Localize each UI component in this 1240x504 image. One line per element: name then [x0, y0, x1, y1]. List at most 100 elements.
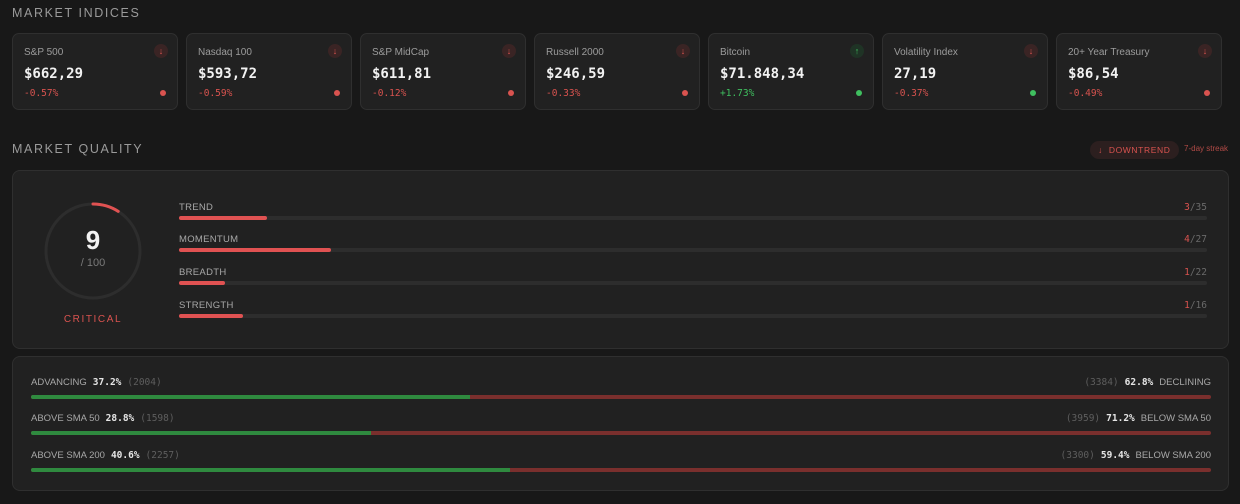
downtrend-label: DOWNTREND [1108, 145, 1171, 155]
breadth-left-pct: 28.8% [105, 413, 135, 424]
breadth-right-pct: 59.4% [1100, 450, 1130, 461]
breadth-right-label: BELOW SMA 200 [1135, 450, 1211, 461]
arrow-down-icon: ↓ [1024, 44, 1038, 58]
downtrend-badge: ↓ DOWNTREND [1090, 141, 1180, 159]
breadth-bar [31, 431, 1211, 435]
breadth-panel: ADVANCING 37.2% (2004) (3384) 62.8% DECLININ… [12, 356, 1229, 491]
breadth-left-pct: 40.6% [110, 450, 140, 461]
index-change: -0.33% [546, 88, 581, 99]
arrow-down-icon: ↓ [328, 44, 342, 58]
index-change: -0.49% [1068, 88, 1103, 99]
index-change: +1.73% [720, 88, 755, 99]
metric-fill [179, 248, 332, 252]
index-value: $86,54 [1068, 66, 1119, 82]
index-name: Volatility Index [894, 47, 958, 58]
quality-score: 9 [85, 225, 101, 255]
metric-name: STRENGTH [179, 300, 234, 311]
index-value: $611,81 [372, 66, 432, 82]
index-change: -0.59% [198, 88, 233, 99]
metric-strength: STRENGTH 1/16 [179, 300, 1207, 322]
index-value: $71.848,34 [720, 66, 805, 82]
metric-fill [179, 281, 226, 285]
index-value: $246,59 [546, 66, 606, 82]
breadth-right-count: (3384) [1084, 377, 1119, 388]
index-name: S&P MidCap [372, 47, 430, 58]
metric-score: 1/22 [1184, 267, 1207, 278]
breadth-bar-positive [31, 431, 371, 435]
quality-panel: 9 / 100 CRITICAL TREND 3/35 MOMENTUM 4/2… [12, 170, 1229, 349]
breadth-row-above-sma-200: ABOVE SMA 200 40.6% (2257) (3300) 59.4% BELO… [31, 450, 1211, 474]
metric-score: 1/16 [1184, 300, 1207, 311]
index-card-s-p-midcap[interactable]: S&P MidCap ↓ $611,81 -0.12% [360, 33, 526, 110]
index-name: S&P 500 [24, 47, 64, 58]
index-value: $593,72 [198, 66, 258, 82]
breadth-right-label: BELOW SMA 50 [1140, 413, 1211, 424]
breadth-right-pct: 62.8% [1124, 377, 1154, 388]
breadth-right-pct: 71.2% [1106, 413, 1135, 424]
index-card-russell-2000[interactable]: Russell 2000 ↓ $246,59 -0.33% [534, 33, 700, 110]
breadth-bar [31, 395, 1211, 399]
index-name: 20+ Year Treasury [1068, 47, 1150, 58]
breadth-left-count: (1598) [140, 413, 175, 424]
metric-track [179, 248, 1207, 252]
metric-name: MOMENTUM [179, 234, 239, 245]
breadth-right-label: DECLINING [1159, 377, 1211, 388]
quality-status: CRITICAL [63, 314, 123, 325]
metric-score: 3/35 [1184, 202, 1207, 213]
index-change: -0.57% [24, 88, 59, 99]
index-name: Russell 2000 [546, 47, 604, 58]
status-dot [1030, 90, 1036, 96]
breadth-row-advancing: ADVANCING 37.2% (2004) (3384) 62.8% DECLININ… [31, 377, 1211, 401]
metric-momentum: MOMENTUM 4/27 [179, 234, 1207, 256]
index-card-20-year-treasury[interactable]: 20+ Year Treasury ↓ $86,54 -0.49% [1056, 33, 1222, 110]
arrow-down-icon: ↓ [502, 44, 516, 58]
index-name: Bitcoin [720, 47, 751, 58]
index-value: $662,29 [24, 66, 84, 82]
arrow-down-icon: ↓ [676, 44, 690, 58]
breadth-right-count: (3300) [1060, 450, 1095, 461]
status-dot [508, 90, 514, 96]
breadth-bar-positive [31, 468, 511, 472]
arrow-down-icon: ↓ [1098, 145, 1103, 155]
status-dot [334, 90, 340, 96]
breadth-left-label: ADVANCING [31, 377, 87, 388]
status-dot [160, 90, 166, 96]
breadth-bar [31, 468, 1211, 472]
metric-fill [179, 216, 268, 220]
quality-max: / 100 [80, 257, 106, 269]
metric-score-max: /27 [1189, 234, 1207, 245]
streak-label: 7-day streak [1184, 144, 1229, 153]
index-card-bitcoin[interactable]: Bitcoin ↑ $71.848,34 +1.73% [708, 33, 874, 110]
metric-track [179, 216, 1207, 220]
index-cards: S&P 500 ↓ $662,29 -0.57% Nasdaq 100 ↓ $5… [12, 33, 1222, 110]
index-value: 27,19 [894, 66, 937, 82]
metric-trend: TREND 3/35 [179, 202, 1207, 224]
arrow-down-icon: ↓ [1198, 44, 1212, 58]
index-change: -0.12% [372, 88, 407, 99]
metric-track [179, 314, 1207, 318]
status-dot [1204, 90, 1210, 96]
breadth-left-label: ABOVE SMA 200 [31, 450, 105, 461]
index-card-nasdaq-100[interactable]: Nasdaq 100 ↓ $593,72 -0.59% [186, 33, 352, 110]
arrow-up-icon: ↑ [850, 44, 864, 58]
breadth-bar-positive [31, 395, 470, 399]
metric-fill [179, 314, 244, 318]
breadth-left-pct: 37.2% [92, 377, 122, 388]
breadth-left-count: (2257) [145, 450, 180, 461]
metric-breadth: BREADTH 1/22 [179, 267, 1207, 289]
breadth-row-above-sma-50: ABOVE SMA 50 28.8% (1598) (3959) 71.2% BELOW… [31, 413, 1211, 437]
status-dot [856, 90, 862, 96]
status-dot [682, 90, 688, 96]
arrow-down-icon: ↓ [154, 44, 168, 58]
metric-name: TREND [179, 202, 214, 213]
metric-score-max: /16 [1189, 300, 1207, 311]
index-card-s-p-500[interactable]: S&P 500 ↓ $662,29 -0.57% [12, 33, 178, 110]
breadth-right-count: (3959) [1065, 413, 1101, 424]
metric-track [179, 281, 1207, 285]
breadth-left-count: (2004) [127, 377, 162, 388]
breadth-left-label: ABOVE SMA 50 [31, 413, 100, 424]
market-indices-title: MARKET INDICES [12, 6, 141, 20]
metric-name: BREADTH [179, 267, 227, 278]
index-card-volatility-index[interactable]: Volatility Index ↓ 27,19 -0.37% [882, 33, 1048, 110]
index-change: -0.37% [894, 88, 929, 99]
